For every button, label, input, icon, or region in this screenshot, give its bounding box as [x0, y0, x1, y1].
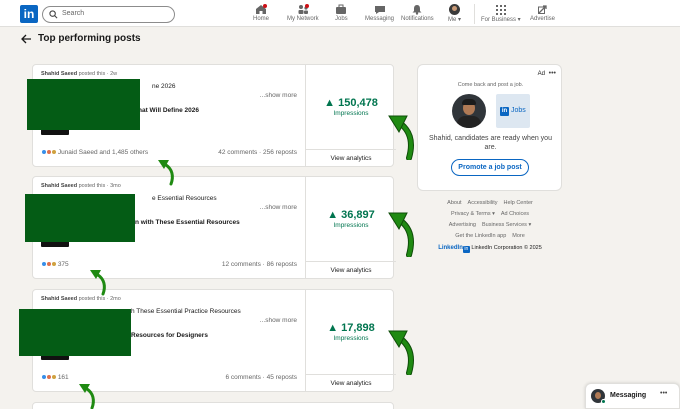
footer-link[interactable]: Ad Choices — [501, 211, 529, 217]
footer-link[interactable]: Help Center — [503, 200, 532, 206]
divider — [306, 149, 396, 150]
linkedin-icon: in — [500, 107, 509, 116]
view-analytics-button[interactable]: View analytics — [306, 380, 396, 387]
show-more-link[interactable]: ...show more — [260, 204, 297, 211]
jobs-logo: in Jobs — [496, 94, 530, 128]
promote-job-button[interactable]: Promote a job post — [451, 159, 529, 176]
ad-tagline: Come back and post a job. — [457, 82, 524, 88]
post-author: Shahid Saeed posted this · 3mo — [41, 183, 121, 189]
insightful-reaction-icon — [51, 261, 57, 267]
top-nav: in Search Home My Network Jobs Messaging… — [0, 0, 680, 27]
ad-label: Ad — [537, 71, 545, 77]
messaging-icon — [374, 6, 385, 14]
footer-link[interactable]: Accessibility — [468, 200, 498, 206]
footer-link[interactable]: Get the LinkedIn app — [455, 233, 506, 239]
post-analytics: ▲ 150,478 Impressions View analytics — [305, 65, 396, 166]
grid-icon — [495, 5, 506, 15]
nav-jobs[interactable]: Jobs — [335, 4, 348, 22]
advertise-icon — [537, 5, 547, 14]
reactions-summary[interactable]: Junaid Saeed and 1,485 others — [41, 149, 148, 156]
reactions-summary[interactable]: 375 — [41, 261, 69, 268]
avatar — [449, 4, 460, 15]
footer-link[interactable]: Privacy & Terms ▾ — [451, 211, 495, 217]
impressions-label: Impressions — [333, 335, 369, 342]
reactions-summary[interactable]: 161 — [41, 374, 69, 381]
footer-link[interactable]: Business Services ▾ — [482, 222, 531, 228]
post-headline: gn with These Essential Resources — [131, 219, 240, 226]
footer-brand: LinkedIn in LinkedIn Corporation © 2025 — [438, 245, 542, 253]
footer-link[interactable]: About — [447, 200, 461, 206]
search-icon — [49, 10, 58, 19]
messaging-label: Messaging — [610, 392, 647, 399]
ad-profile-photo — [452, 94, 486, 128]
annotation-arrow-icon — [90, 270, 106, 296]
redaction-box — [25, 194, 135, 242]
jobs-icon — [336, 4, 347, 14]
nav-me[interactable]: Me ▾ — [448, 4, 461, 23]
annotation-arrow-icon — [388, 115, 414, 160]
home-icon — [256, 4, 267, 14]
nav-divider — [474, 4, 475, 24]
post-author: Shahid Saeed posted this · 2w — [41, 71, 118, 77]
search-placeholder: Search — [62, 10, 85, 17]
impressions-value: ▲ 150,478 — [324, 97, 378, 109]
comments-reposts[interactable]: 42 comments · 256 reposts — [218, 149, 297, 156]
footer-links: About Accessibility Help Center Privacy & … — [425, 198, 555, 253]
divider — [306, 261, 396, 262]
page-title: Top performing posts — [38, 33, 141, 44]
footer-link[interactable]: Advertising — [449, 222, 476, 228]
nav-my-network[interactable]: My Network — [287, 4, 319, 22]
nav-notifications[interactable]: Notifications — [401, 4, 434, 22]
annotation-arrow-icon — [158, 160, 174, 186]
impressions-label: Impressions — [333, 222, 369, 229]
comments-reposts[interactable]: 6 comments · 45 reposts — [225, 374, 297, 381]
linkedin-logo[interactable]: in — [20, 5, 38, 23]
post-author: Shahid Saeed posted this · 2mo — [41, 296, 121, 302]
messaging-bar[interactable]: Messaging ••• — [585, 383, 680, 409]
post-card[interactable]: Shahid Saeed posted this · 3mo e Essenti… — [25, 176, 396, 279]
nav-home[interactable]: Home — [253, 4, 269, 22]
post-card[interactable]: Shahid Saeed posted this · 2w ne 2026 ..… — [27, 64, 396, 167]
back-arrow-icon[interactable] — [20, 33, 32, 45]
search-bar[interactable]: Search — [42, 6, 175, 23]
nav-for-business[interactable]: For Business ▾ — [481, 4, 521, 23]
impressions-value: ▲ 36,897 — [327, 209, 375, 221]
post-card[interactable]: Shahid Saeed posted this · 2mo h These E… — [19, 289, 396, 392]
redaction-box — [19, 309, 131, 356]
show-more-link[interactable]: ...show more — [260, 92, 297, 99]
show-more-link[interactable]: ...show more — [260, 317, 297, 324]
post-headline: hat Will Define 2026 — [138, 107, 199, 114]
annotation-arrow-icon — [79, 384, 95, 409]
annotation-arrow-icon — [388, 330, 414, 375]
nav-messaging[interactable]: Messaging — [365, 4, 394, 22]
network-icon — [298, 4, 309, 14]
post-analytics: ▲ 36,897 Impressions View analytics — [305, 177, 396, 278]
footer-link[interactable]: More — [512, 233, 525, 239]
divider — [306, 374, 396, 375]
post-text-line: e Essential Resources — [152, 195, 217, 202]
post-text-line: ne 2026 — [152, 83, 176, 90]
post-text-line: h These Essential Practice Resources — [131, 308, 241, 315]
view-analytics-button[interactable]: View analytics — [306, 155, 396, 162]
ad-card: Ad ••• Come back and post a job. in Jobs… — [417, 64, 562, 191]
more-options-icon[interactable]: ••• — [549, 70, 556, 77]
annotation-arrow-icon — [388, 212, 414, 257]
bell-icon — [412, 5, 422, 15]
comments-reposts[interactable]: 12 comments · 86 reposts — [222, 261, 297, 268]
view-analytics-button[interactable]: View analytics — [306, 267, 396, 274]
impressions-value: ▲ 17,898 — [327, 322, 375, 334]
post-analytics: ▲ 17,898 Impressions View analytics — [305, 290, 396, 391]
post-headline: Resources for Designers — [131, 332, 208, 339]
ad-message: Shahid, candidates are ready when you ar… — [429, 135, 552, 151]
insightful-reaction-icon — [51, 149, 57, 155]
nav-advertise[interactable]: Advertise — [530, 4, 555, 22]
impressions-label: Impressions — [333, 110, 369, 117]
redaction-box — [27, 79, 140, 130]
online-status-icon — [601, 399, 606, 404]
more-options-icon[interactable]: ••• — [660, 390, 667, 397]
insightful-reaction-icon — [51, 374, 57, 380]
